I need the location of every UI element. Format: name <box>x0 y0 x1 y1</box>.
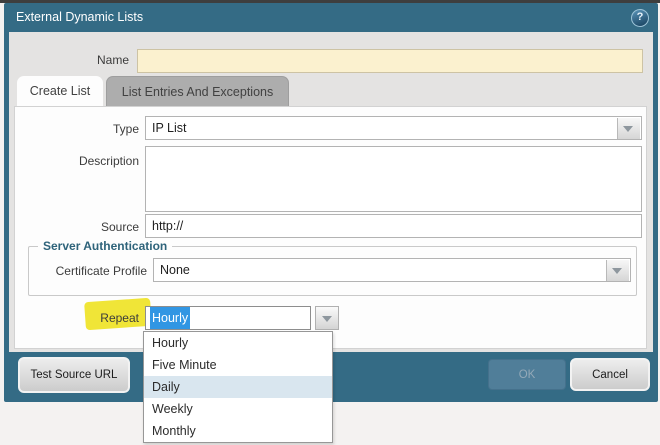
dialog-content: Name Create List List Entries And Except… <box>9 32 653 352</box>
name-label: Name <box>17 49 129 71</box>
server-authentication-fieldset: Server Authentication Certificate Profil… <box>28 246 637 296</box>
description-label: Description <box>15 150 139 172</box>
repeat-option-five-minute[interactable]: Five Minute <box>144 354 332 376</box>
repeat-dropdown-chevron-button[interactable] <box>315 306 339 330</box>
repeat-dropdown[interactable]: Hourly <box>145 306 311 330</box>
certificate-profile-value: None <box>160 263 190 277</box>
cancel-button[interactable]: Cancel <box>570 358 650 391</box>
source-label: Source <box>15 216 139 238</box>
help-icon[interactable]: ? <box>631 9 649 27</box>
tab-create-list[interactable]: Create List <box>17 76 103 106</box>
certificate-profile-chevron-icon[interactable] <box>606 260 629 282</box>
chevron-down-icon <box>612 268 622 274</box>
repeat-dropdown-list: Hourly Five Minute Daily Weekly Monthly <box>143 331 333 443</box>
certificate-profile-dropdown[interactable]: None <box>153 258 631 282</box>
server-authentication-legend: Server Authentication <box>38 239 172 254</box>
repeat-option-monthly[interactable]: Monthly <box>144 420 332 442</box>
source-input[interactable] <box>145 214 642 238</box>
repeat-selected-value: Hourly <box>150 307 190 329</box>
repeat-option-weekly[interactable]: Weekly <box>144 398 332 420</box>
tab-list-entries-and-exceptions[interactable]: List Entries And Exceptions <box>106 76 289 106</box>
dialog-titlebar: External Dynamic Lists ? <box>4 3 658 32</box>
type-label: Type <box>15 118 139 140</box>
repeat-option-daily[interactable]: Daily <box>144 376 332 398</box>
repeat-option-hourly[interactable]: Hourly <box>144 332 332 354</box>
ok-button[interactable]: OK <box>488 359 566 390</box>
screen: External Dynamic Lists ? Name Create Lis… <box>0 0 660 445</box>
create-list-tab-panel: Type IP List Description Source Server A… <box>14 106 647 349</box>
chevron-down-icon <box>322 316 332 322</box>
repeat-label: Repeat <box>15 307 139 329</box>
type-dropdown-value: IP List <box>152 121 187 135</box>
chevron-down-icon <box>623 126 633 132</box>
type-dropdown-chevron-icon[interactable] <box>617 118 640 140</box>
type-dropdown[interactable]: IP List <box>145 116 642 140</box>
certificate-profile-label: Certificate Profile <box>29 260 147 282</box>
description-textarea[interactable] <box>145 146 642 212</box>
name-input[interactable] <box>137 49 643 73</box>
dialog-title: External Dynamic Lists <box>16 3 143 32</box>
test-source-url-button[interactable]: Test Source URL <box>18 357 130 393</box>
